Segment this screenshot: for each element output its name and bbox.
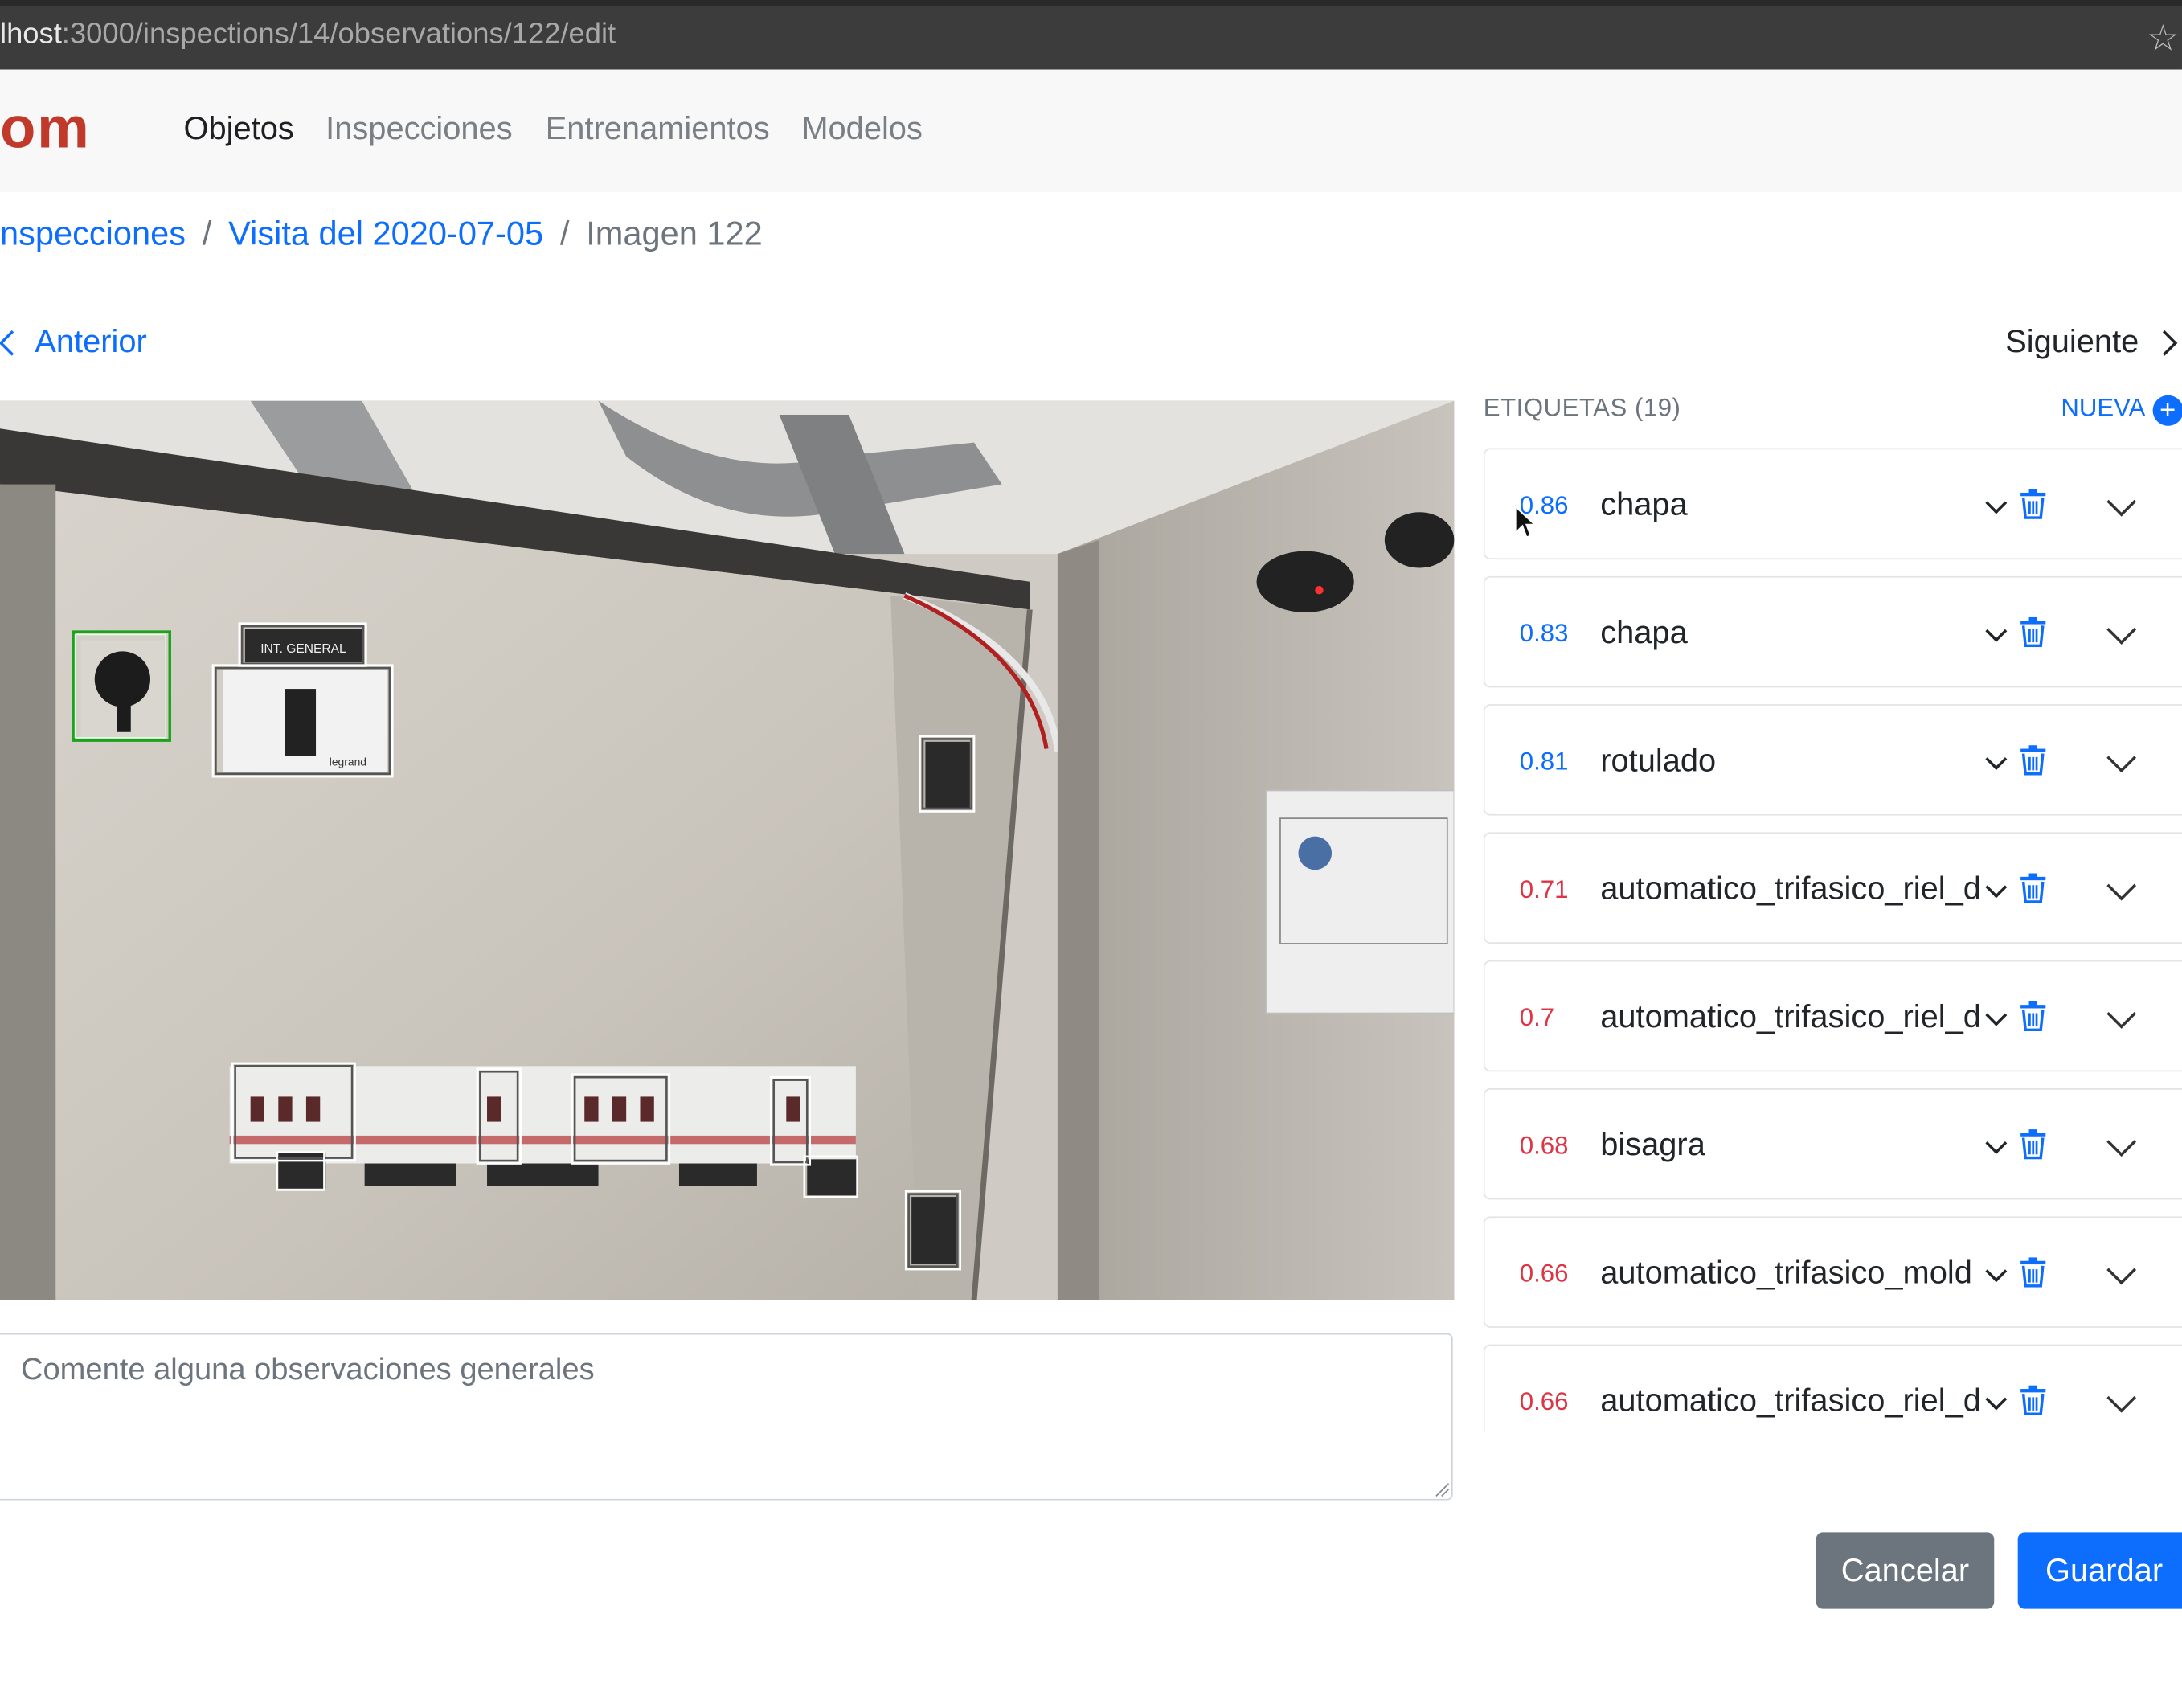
label-score: 0.68	[1519, 1131, 1569, 1160]
comments-textarea[interactable]	[0, 1333, 1453, 1501]
label-class-select[interactable]: automatico_trifasico_riel_d	[1600, 997, 1990, 1036]
next-label: Siguiente	[2005, 322, 2139, 359]
label-class-select[interactable]: automatico_trifasico_riel_d	[1600, 870, 1990, 908]
cursor-icon	[1514, 505, 1537, 539]
breadcrumb-inspecciones[interactable]: nspecciones	[0, 215, 186, 253]
nav-modelos[interactable]: Modelos	[801, 110, 923, 148]
trash-icon[interactable]	[2019, 1128, 2047, 1160]
legrand-text: legrand	[330, 755, 366, 768]
trash-icon[interactable]	[2019, 489, 2047, 519]
url-path: :3000/inspections/14/observations/122/ed…	[61, 18, 616, 51]
label-score: 0.7	[1519, 1003, 1555, 1032]
cabinet-left-edge	[0, 484, 56, 1300]
door-sticker	[1265, 789, 1455, 1014]
previous-label: Anterior	[35, 322, 147, 359]
inspection-photo[interactable]: INT. GENERAL legrand	[0, 400, 1455, 1300]
expand-chevron-icon[interactable]	[2106, 1255, 2137, 1285]
chevron-left-icon	[0, 330, 25, 357]
url-text[interactable]: lhost:3000/inspections/14/observations/1…	[0, 18, 616, 52]
label-row[interactable]: 0.66 automatico_trifasico_riel_d	[1483, 1344, 2182, 1432]
label-row[interactable]: 0.71 automatico_trifasico_riel_d	[1483, 832, 2182, 944]
chevron-right-icon	[2151, 330, 2178, 357]
brand-logo[interactable]: om	[0, 95, 91, 162]
trash-icon[interactable]	[2019, 1257, 2047, 1288]
label-score: 0.71	[1519, 875, 1569, 903]
label-row[interactable]: 0.68 bisagra	[1483, 1088, 2182, 1200]
breadcrumb-visita[interactable]: Visita del 2020-07-05	[228, 215, 543, 253]
label-row[interactable]: 0.66 automatico_trifasico_mold	[1483, 1216, 2182, 1328]
new-label-button[interactable]: NUEVA +	[2061, 394, 2182, 426]
breadcrumb: nspecciones / Visita del 2020-07-05 / Imagen…	[0, 215, 763, 254]
trash-icon[interactable]	[2019, 873, 2047, 903]
label-score: 0.66	[1519, 1259, 1569, 1288]
expand-chevron-icon[interactable]	[2106, 999, 2137, 1029]
breadcrumb-current: Imagen 122	[586, 215, 763, 254]
new-label-text: NUEVA	[2061, 394, 2146, 422]
expand-chevron-icon[interactable]	[2106, 615, 2137, 645]
labels-list[interactable]: 0.86 chapa 0.83 chapa 0.81 rotulado 0.71 automa…	[1483, 448, 2182, 1432]
nav-inspecciones[interactable]: Inspecciones	[325, 110, 512, 148]
label-score: 0.83	[1519, 619, 1569, 648]
label-class-select[interactable]: bisagra	[1600, 1126, 1990, 1165]
label-row[interactable]: 0.86 chapa	[1483, 448, 2182, 560]
expand-chevron-icon[interactable]	[2106, 486, 2137, 517]
photo-canvas: INT. GENERAL legrand	[0, 400, 1455, 1300]
trash-icon[interactable]	[2019, 1385, 2047, 1415]
plus-circle-icon: +	[2152, 395, 2182, 426]
star-icon[interactable]: ☆	[2147, 17, 2179, 60]
label-class-select[interactable]: chapa	[1600, 485, 1990, 524]
label-class-select[interactable]: rotulado	[1600, 742, 1990, 780]
previous-link[interactable]: Anterior	[0, 323, 147, 361]
breaker-rail	[229, 1066, 856, 1164]
trash-icon[interactable]	[2019, 744, 2047, 776]
label-row[interactable]: 0.81 rotulado	[1483, 704, 2182, 816]
label-score: 0.81	[1519, 747, 1569, 776]
int-general-text: INT. GENERAL	[260, 642, 346, 656]
url-host: lhost	[0, 18, 62, 51]
nav-objetos[interactable]: Objetos	[184, 110, 294, 148]
expand-chevron-icon[interactable]	[2106, 743, 2137, 773]
cancel-button[interactable]: Cancelar	[1816, 1532, 1995, 1609]
label-class-select[interactable]: automatico_trifasico_mold	[1600, 1254, 1990, 1292]
top-navbar: om Objetos Inspecciones Entrenamientos M…	[0, 69, 2182, 192]
expand-chevron-icon[interactable]	[2106, 1127, 2137, 1157]
label-row[interactable]: 0.83 chapa	[1483, 575, 2182, 688]
resize-grip-icon[interactable]	[1433, 1481, 1450, 1497]
label-class-select[interactable]: automatico_trifasico_riel_d	[1600, 1382, 1990, 1420]
breadcrumb-separator: /	[202, 215, 212, 254]
trash-icon[interactable]	[2019, 1001, 2047, 1032]
breadcrumb-separator: /	[559, 215, 570, 254]
save-button[interactable]: Guardar	[2017, 1532, 2182, 1609]
expand-chevron-icon[interactable]	[2106, 870, 2137, 901]
browser-url-bar[interactable]: lhost:3000/inspections/14/observations/1…	[0, 0, 2182, 70]
label-row[interactable]: 0.7 automatico_trifasico_riel_d	[1483, 960, 2182, 1072]
labels-title: ETIQUETAS (19)	[1483, 394, 1681, 422]
next-link[interactable]: Siguiente	[2005, 322, 2178, 361]
expand-chevron-icon[interactable]	[2106, 1382, 2137, 1413]
trash-icon[interactable]	[2019, 616, 2047, 648]
nav-entrenamientos[interactable]: Entrenamientos	[546, 110, 770, 148]
label-score: 0.66	[1519, 1387, 1569, 1415]
label-class-select[interactable]: chapa	[1600, 614, 1990, 653]
